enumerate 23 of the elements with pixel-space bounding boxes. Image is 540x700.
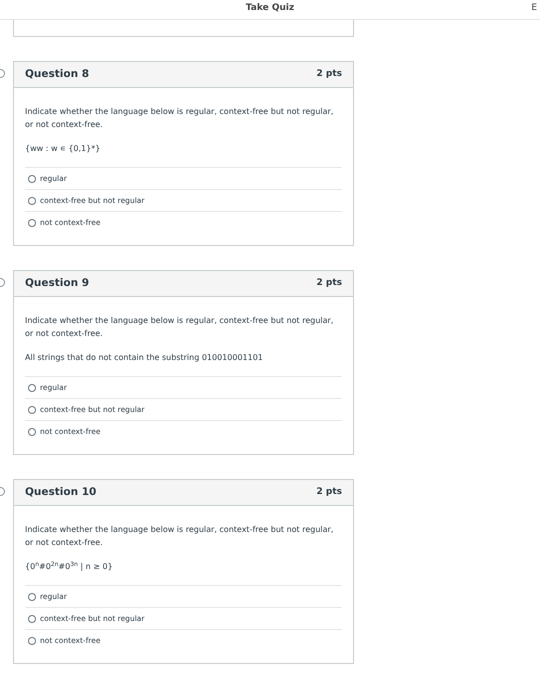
- header-text: E: [531, 2, 537, 15]
- radio-button[interactable]: [28, 614, 36, 622]
- radio-button[interactable]: [28, 174, 36, 182]
- question-title: Question 9: [25, 276, 90, 291]
- question-points: 2 pts: [316, 68, 342, 81]
- language-expression: All strings that do not contain the substring 010010001101: [25, 352, 264, 364]
- question-text: Indicate whether the language below is regular, context-free but not regular, or not context-free.: [25, 524, 334, 549]
- radio-button[interactable]: [28, 592, 36, 600]
- radio-button[interactable]: [28, 406, 36, 414]
- question-text: Indicate whether the language below is regular, context-free but not regular, or not context-free.: [25, 315, 334, 340]
- radio-button[interactable]: [28, 384, 36, 392]
- page-title: Take Quiz: [246, 2, 294, 15]
- language-expression: {0$^{n}$#0$^{2n}$#0$^{3n}$ | n ≥ 0}: [25, 561, 114, 573]
- question-text: Indicate whether the language below is regular, context-free but not regular, or not context-free.: [25, 106, 334, 131]
- question-points: 2 pts: [316, 486, 342, 499]
- radio-button[interactable]: [28, 636, 36, 644]
- language-expression: {ww : w ∊ {0,1}*}: [25, 143, 102, 155]
- radio-button[interactable]: [28, 218, 36, 226]
- question-points: 2 pts: [316, 276, 342, 290]
- question-title: Question 10: [25, 484, 96, 500]
- radio-button[interactable]: [28, 428, 36, 436]
- radio-button[interactable]: [28, 196, 36, 204]
- question-title: Question 8: [25, 66, 90, 82]
